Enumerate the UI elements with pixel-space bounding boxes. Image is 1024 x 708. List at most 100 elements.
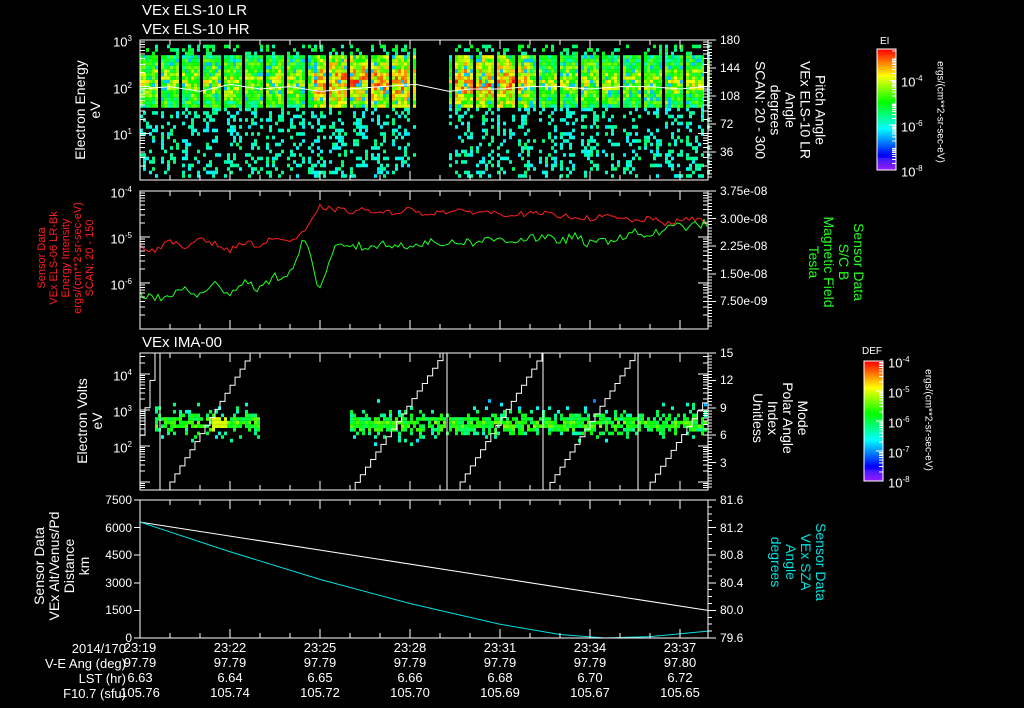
spectrogram-cell	[506, 48, 509, 52]
spectrogram-cell	[437, 420, 440, 425]
spectrogram-cell	[590, 62, 593, 66]
spectrogram-cell	[698, 125, 701, 129]
spectrogram-cell	[539, 86, 542, 91]
spectrogram-cell	[248, 100, 251, 105]
spectrogram-cell	[293, 62, 296, 66]
spectrogram-cell	[605, 93, 608, 98]
spectrogram-cell	[371, 100, 374, 105]
spectrogram-cell	[476, 83, 479, 87]
spectrogram-cell	[404, 72, 407, 77]
spectrogram-cell	[371, 104, 374, 108]
spectrogram-cell	[290, 97, 293, 101]
spectrogram-cell	[467, 107, 470, 112]
spectrogram-cell	[584, 149, 587, 154]
spectrogram-cell	[167, 100, 170, 105]
spectrogram-cell	[536, 427, 539, 432]
spectrogram-cell	[611, 83, 614, 87]
spectrogram-cell	[461, 69, 464, 73]
spectrogram-cell	[392, 118, 395, 122]
spectrogram-cell	[569, 424, 572, 428]
spectrogram-cell	[383, 90, 386, 94]
spectrogram-cell	[170, 83, 173, 87]
spectrogram-cell	[569, 111, 572, 115]
spectrogram-cell	[548, 114, 551, 119]
spectrogram-cell	[581, 100, 584, 105]
spectrogram-cell	[464, 72, 467, 77]
spectrogram-cell	[569, 93, 572, 98]
spectrogram-cell	[377, 100, 380, 105]
spectrogram-cell	[182, 76, 185, 80]
spectrogram-cell	[605, 83, 608, 87]
spectrogram-cell	[521, 121, 524, 126]
panel-frame	[139, 499, 709, 639]
spectrogram-cell	[650, 97, 653, 101]
spectrogram-cell	[695, 58, 698, 63]
spectrogram-cell	[161, 83, 164, 87]
spectrogram-cell	[176, 79, 179, 84]
spectrogram-cell	[566, 424, 569, 428]
spectrogram-cell	[212, 128, 215, 133]
spectrogram-cell	[299, 90, 302, 94]
spectrogram-cell	[656, 93, 659, 98]
spectrogram-cell	[314, 83, 317, 87]
spectrogram-cell	[566, 93, 569, 98]
spectrogram-cell	[464, 417, 467, 421]
spectrogram-cell	[227, 128, 230, 133]
spectrogram-cell	[314, 62, 317, 66]
spectrogram-cell	[377, 420, 380, 425]
spectrogram-cell	[365, 413, 368, 418]
spectrogram-cell	[356, 79, 359, 84]
spectrogram-cell	[617, 420, 620, 425]
spectrogram-cell	[353, 111, 356, 115]
spectrogram-cell	[659, 55, 662, 59]
spectrogram-cell	[380, 76, 383, 80]
spectrogram-cell	[629, 79, 632, 84]
spectrogram-cell	[647, 79, 650, 84]
spectrogram-cell	[383, 72, 386, 77]
spectrogram-cell	[185, 76, 188, 80]
spectrogram-cell	[638, 58, 641, 63]
spectrogram-cell	[626, 93, 629, 98]
spectrogram-cell	[566, 58, 569, 63]
spectrogram-cell	[323, 86, 326, 91]
spectrogram-cell	[350, 83, 353, 87]
spectrogram-cell	[215, 55, 218, 59]
spectrogram-cell	[692, 435, 695, 439]
spectrogram-cell	[245, 97, 248, 101]
spectrogram-cell	[191, 69, 194, 73]
spectrogram-cell	[176, 114, 179, 119]
spectrogram-cell	[497, 114, 500, 119]
spectrogram-cell	[392, 86, 395, 91]
spectrogram-cell	[512, 69, 515, 73]
spectrogram-cell	[659, 93, 662, 98]
spectrogram-cell	[245, 93, 248, 98]
spectrogram-cell	[530, 86, 533, 91]
spectrogram-cell	[320, 72, 323, 77]
spectrogram-cell	[665, 100, 668, 105]
spectrogram-cell	[521, 58, 524, 63]
spectrogram-cell	[476, 417, 479, 421]
spectrogram-cell	[512, 114, 515, 119]
spectrogram-cell	[155, 93, 158, 98]
spectrogram-cell	[611, 65, 614, 70]
spectrogram-cell	[194, 417, 197, 421]
spectrogram-cell	[401, 48, 404, 52]
spectrogram-cell	[365, 97, 368, 101]
axis-label-line: ergs/(cm**2-sr-sec-eV)	[72, 202, 84, 314]
spectrogram-cell	[470, 44, 473, 49]
spectrogram-cell	[635, 62, 638, 66]
spectrogram-cell	[488, 97, 491, 101]
spectrogram-cell	[152, 62, 155, 66]
spectrogram-cell	[350, 79, 353, 84]
spectrogram-cell	[176, 93, 179, 98]
spectrogram-cell	[215, 435, 218, 439]
spectrogram-cell	[350, 97, 353, 101]
spectrogram-cell	[653, 72, 656, 77]
spectrogram-cell	[395, 156, 398, 161]
spectrogram-cell	[146, 48, 149, 52]
spectrogram-cell	[239, 79, 242, 84]
spectrogram-cell	[587, 62, 590, 66]
spectrogram-cell	[176, 51, 179, 56]
spectrogram-cell	[278, 104, 281, 108]
spectrogram-cell	[296, 69, 299, 73]
